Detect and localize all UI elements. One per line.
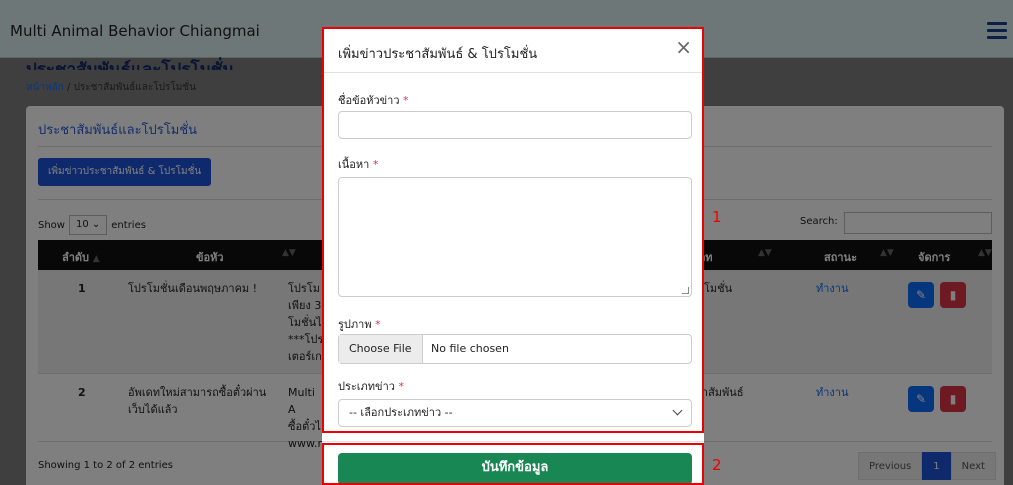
highlight-box-1 [322, 27, 704, 433]
highlight-label-2: 2 [712, 456, 722, 474]
highlight-label-1: 1 [712, 208, 722, 226]
highlight-box-2 [322, 443, 704, 485]
modal-footer-divider [322, 441, 704, 442]
